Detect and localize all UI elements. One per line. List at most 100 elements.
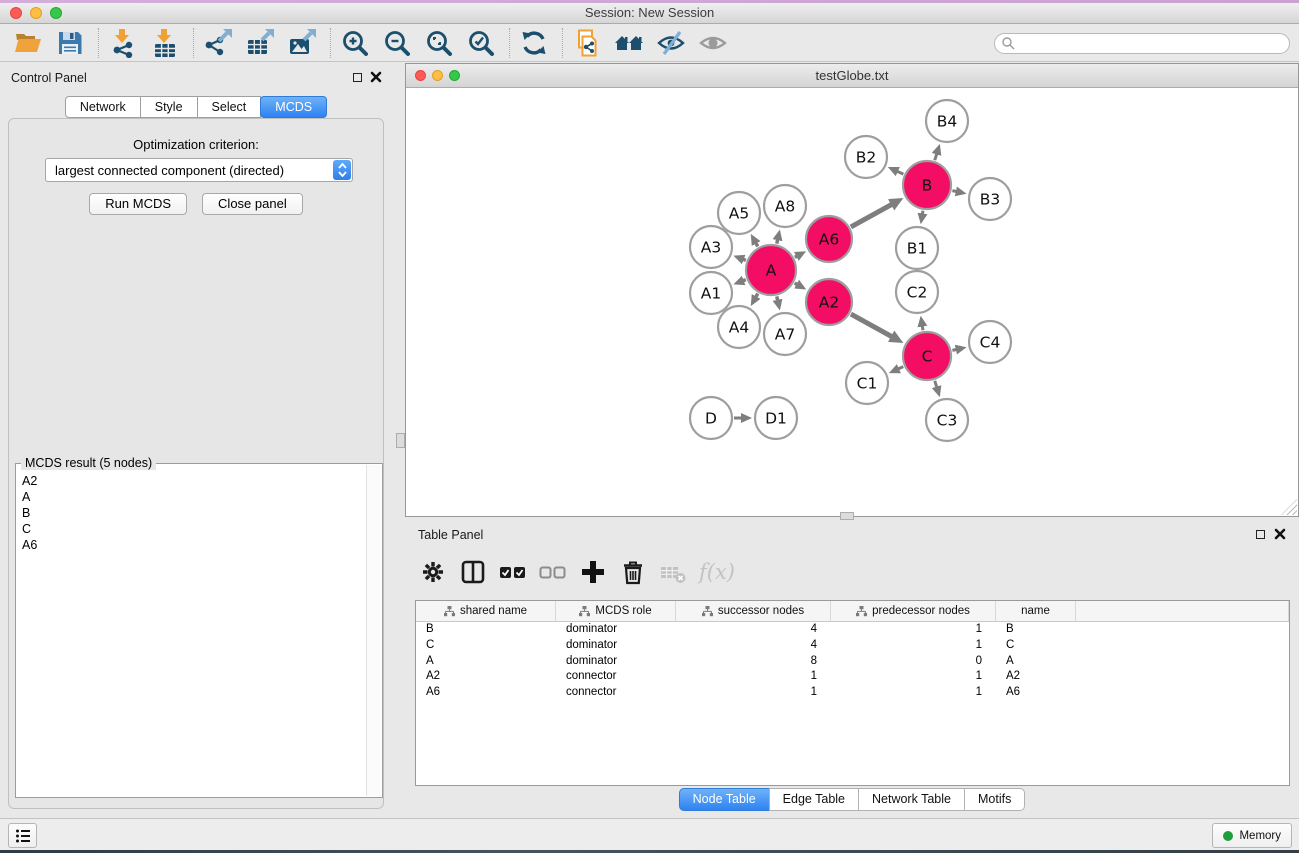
table-cell[interactable]: A2: [996, 669, 1076, 685]
export-network-button[interactable]: [201, 27, 235, 59]
mcds-result-item[interactable]: B: [17, 505, 366, 521]
edge-C-C2[interactable]: [922, 326, 923, 331]
minimize-window-button[interactable]: [30, 7, 42, 19]
table-cell[interactable]: 1: [831, 638, 996, 654]
edge-A-A3[interactable]: [743, 259, 746, 260]
close-panel-button[interactable]: Close panel: [202, 193, 303, 215]
memory-button[interactable]: Memory: [1212, 823, 1292, 848]
show-all-button[interactable]: [696, 27, 730, 59]
mcds-result-item[interactable]: A2: [17, 473, 366, 489]
column-header-successor-nodes[interactable]: successor nodes: [676, 601, 831, 621]
table-cell[interactable]: 1: [831, 685, 996, 701]
table-cell[interactable]: A6: [996, 685, 1076, 701]
edge-B-B4[interactable]: [935, 153, 937, 160]
table-cell[interactable]: B: [996, 622, 1076, 638]
network-close-button[interactable]: [415, 70, 426, 81]
splitter-handle-left[interactable]: [396, 433, 405, 448]
table-settings-button[interactable]: [415, 556, 451, 588]
edge-B-B1[interactable]: [922, 211, 923, 215]
table-cell[interactable]: A6: [416, 685, 556, 701]
splitter-handle-bottom[interactable]: [840, 512, 854, 520]
table-row[interactable]: Cdominator41C: [416, 638, 1289, 654]
mcds-result-item[interactable]: A: [17, 489, 366, 505]
table-cell[interactable]: C: [996, 638, 1076, 654]
tab-edge-table[interactable]: Edge Table: [769, 788, 859, 811]
table-cell[interactable]: 1: [831, 622, 996, 638]
edge-C-C4[interactable]: [952, 349, 956, 350]
edge-A-A6[interactable]: [795, 256, 797, 257]
close-panel-icon[interactable]: [370, 71, 382, 83]
tab-mcds[interactable]: MCDS: [260, 96, 327, 118]
table-cell[interactable]: 8: [676, 654, 831, 670]
refresh-button[interactable]: [517, 27, 551, 59]
import-table-button[interactable]: [148, 27, 182, 59]
table-cell[interactable]: connector: [556, 685, 676, 701]
delete-column-button[interactable]: [615, 556, 651, 588]
select-all-button[interactable]: [495, 556, 531, 588]
column-header-name[interactable]: name: [996, 601, 1076, 621]
run-mcds-button[interactable]: Run MCDS: [89, 193, 187, 215]
zoom-fit-button[interactable]: [422, 27, 456, 59]
column-header-predecessor-nodes[interactable]: predecessor nodes: [831, 601, 996, 621]
table-cell[interactable]: dominator: [556, 654, 676, 670]
edge-B-B2[interactable]: [897, 171, 903, 174]
column-header-shared-name[interactable]: shared name: [416, 601, 556, 621]
tab-network[interactable]: Network: [65, 96, 141, 118]
table-cell[interactable]: 1: [676, 669, 831, 685]
mcds-result-item[interactable]: A6: [17, 537, 366, 553]
table-cell[interactable]: connector: [556, 669, 676, 685]
search-field[interactable]: [994, 33, 1290, 54]
tab-network-table[interactable]: Network Table: [858, 788, 965, 811]
table-row[interactable]: Bdominator41B: [416, 622, 1289, 638]
table-column-panel-button[interactable]: [455, 556, 491, 588]
save-session-button[interactable]: [53, 27, 87, 59]
result-scrollbar[interactable]: [366, 465, 381, 796]
edge-B-B3[interactable]: [952, 191, 956, 192]
export-image-button[interactable]: [285, 27, 319, 59]
table-cell[interactable]: A2: [416, 669, 556, 685]
edge-A6-B[interactable]: [851, 204, 892, 227]
edge-A2-C[interactable]: [851, 314, 892, 337]
open-file-button[interactable]: [11, 27, 45, 59]
edge-A-A1[interactable]: [743, 280, 746, 281]
task-history-button[interactable]: [8, 823, 37, 848]
edge-A-A4[interactable]: [756, 294, 758, 298]
duplicate-network-button[interactable]: [570, 27, 604, 59]
tab-select[interactable]: Select: [197, 96, 262, 118]
table-cell[interactable]: 1: [831, 669, 996, 685]
column-header-MCDS-role[interactable]: MCDS role: [556, 601, 676, 621]
tab-motifs[interactable]: Motifs: [964, 788, 1025, 811]
network-minimize-button[interactable]: [432, 70, 443, 81]
table-row[interactable]: Adominator80A: [416, 654, 1289, 670]
table-cell[interactable]: 1: [676, 685, 831, 701]
network-zoom-button[interactable]: [449, 70, 460, 81]
mcds-result-item[interactable]: C: [17, 521, 366, 537]
float-table-panel-icon[interactable]: [1256, 530, 1265, 539]
table-cell[interactable]: dominator: [556, 622, 676, 638]
zoom-in-button[interactable]: [338, 27, 372, 59]
table-cell[interactable]: 4: [676, 622, 831, 638]
table-row[interactable]: A6connector11A6: [416, 685, 1289, 701]
table-cell[interactable]: B: [416, 622, 556, 638]
table-cell[interactable]: dominator: [556, 638, 676, 654]
table-cell[interactable]: A: [996, 654, 1076, 670]
zoom-selected-button[interactable]: [464, 27, 498, 59]
edge-A-A7[interactable]: [777, 296, 778, 300]
zoom-out-button[interactable]: [380, 27, 414, 59]
function-builder-button[interactable]: f(x): [695, 556, 739, 588]
network-canvas[interactable]: B4B2BB3A5A8A6A3B1AA1C2A2A4A7C4CC1C3DD1: [406, 89, 1297, 516]
delete-table-button[interactable]: [655, 556, 691, 588]
edge-A-A5[interactable]: [756, 243, 758, 247]
close-window-button[interactable]: [10, 7, 22, 19]
add-column-button[interactable]: [575, 556, 611, 588]
table-row[interactable]: A2connector11A2: [416, 669, 1289, 685]
deselect-all-button[interactable]: [535, 556, 571, 588]
zoom-window-button[interactable]: [50, 7, 62, 19]
hide-selected-button[interactable]: [654, 27, 688, 59]
edge-C-C1[interactable]: [898, 367, 903, 369]
float-panel-icon[interactable]: [353, 73, 362, 82]
first-neighbors-button[interactable]: [612, 27, 646, 59]
close-table-panel-icon[interactable]: [1274, 528, 1286, 540]
table-cell[interactable]: C: [416, 638, 556, 654]
export-table-button[interactable]: [243, 27, 277, 59]
